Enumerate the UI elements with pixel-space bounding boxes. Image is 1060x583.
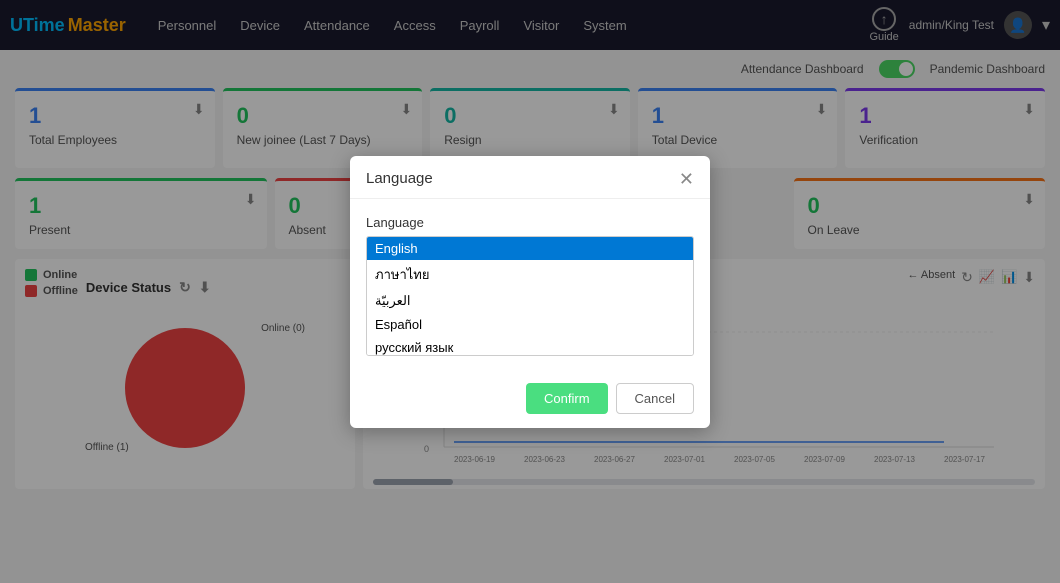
- language-select[interactable]: EnglishภาษาไทยالعربيّةEspañolрусский язы…: [366, 236, 694, 356]
- modal-footer: Confirm Cancel: [350, 373, 710, 428]
- confirm-button[interactable]: Confirm: [526, 383, 608, 414]
- modal-lang-label: Language: [366, 215, 694, 230]
- cancel-button[interactable]: Cancel: [616, 383, 694, 414]
- modal-body: Language EnglishภาษาไทยالعربيّةEspañolру…: [350, 199, 710, 373]
- modal-header: Language ✕: [350, 156, 710, 199]
- modal-close-button[interactable]: ✕: [679, 170, 694, 188]
- modal-title: Language: [366, 170, 433, 187]
- modal-overlay: Language ✕ Language Englishภาษาไทยالعربي…: [0, 0, 1060, 583]
- language-modal: Language ✕ Language Englishภาษาไทยالعربي…: [350, 156, 710, 428]
